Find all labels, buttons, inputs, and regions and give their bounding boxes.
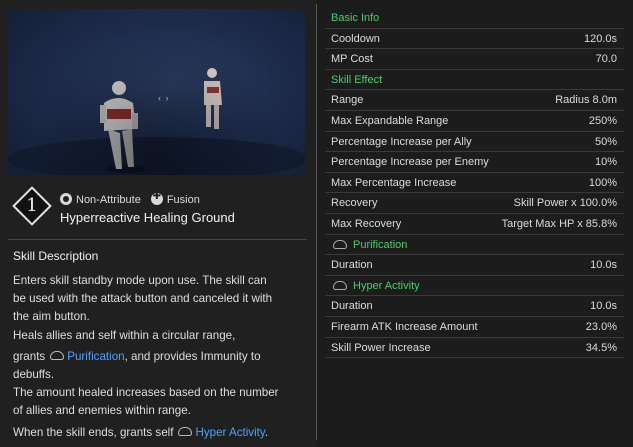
desc-line: When the skill ends, grants self Hyper Ac… — [13, 424, 305, 442]
stat-row: MP Cost 70.0 — [325, 49, 624, 70]
stat-value: 120.0s — [583, 32, 617, 45]
stat-row: Firearm ATK Increase Amount 23.0% — [325, 317, 624, 338]
stat-row: Max Expandable Range 250% — [325, 111, 624, 132]
skill-slot-number: 1 — [26, 195, 38, 216]
hyper-activity-link[interactable]: Hyper Activity — [195, 426, 264, 439]
stat-row: Percentage Increase per Enemy 10% — [325, 152, 624, 173]
stat-value: Radius 8.0m — [555, 94, 617, 107]
desc-text: grants — [13, 349, 46, 363]
stat-label: Skill Power Increase — [331, 341, 431, 354]
preview-vignette — [8, 9, 305, 175]
fusion-icon — [150, 191, 163, 205]
stat-label: Percentage Increase per Ally — [331, 135, 472, 148]
stat-label: Cooldown — [331, 32, 380, 45]
stat-label: Max Expandable Range — [331, 114, 449, 127]
purification-link[interactable]: Purification — [67, 350, 124, 363]
stat-label: Percentage Increase per Enemy — [331, 156, 489, 169]
stats-panel: Basic Info Cooldown 120.0s MP Cost 70.0 Sk… — [325, 8, 624, 359]
purification-icon — [333, 239, 347, 249]
desc-text: . — [264, 425, 269, 439]
purification-icon — [50, 350, 65, 360]
stat-row: Range Radius 8.0m — [325, 90, 624, 111]
desc-text: , and provides Immunity to — [124, 349, 261, 363]
section-title: Basic Info — [331, 12, 380, 24]
stat-row: Max Percentage Increase 100% — [325, 173, 624, 194]
hyper-activity-icon — [178, 426, 193, 436]
panel-divider — [316, 4, 317, 440]
hyper-activity-icon — [333, 280, 347, 290]
section-title: Skill Effect — [331, 73, 383, 86]
stat-label: Duration — [331, 300, 373, 313]
stat-row: Skill Power Increase 34.5% — [325, 338, 624, 359]
desc-text: When the skill ends, grants self — [13, 425, 174, 439]
swap-arrows-icon: ‹ › — [158, 93, 170, 103]
stat-row: Duration 10.0s — [325, 255, 624, 276]
skill-name: Hyperreactive Healing Ground — [60, 210, 235, 225]
section-purification: Purification — [325, 235, 624, 256]
section-basic-info: Basic Info — [325, 8, 624, 29]
stat-value: 23.0% — [585, 320, 617, 333]
stat-value: 100% — [588, 176, 617, 189]
stat-label: Duration — [331, 259, 373, 272]
section-skill-effect: Skill Effect — [325, 70, 624, 91]
desc-line: be used with the attack button and cance… — [13, 292, 273, 306]
skill-header: 1 Non-Attribute Fusion Hyperreactive Heal… — [12, 186, 309, 232]
stat-label: Firearm ATK Increase Amount — [331, 320, 478, 333]
header-divider — [8, 239, 307, 240]
desc-line: Enters skill standby mode upon use. The … — [13, 274, 267, 287]
skill-description: Enters skill standby mode upon use. The … — [13, 272, 305, 442]
stat-value: 10% — [594, 156, 617, 169]
stat-label: Max Percentage Increase — [331, 176, 457, 189]
desc-line: of allies and enemies within range. — [13, 404, 191, 418]
stat-value: Skill Power x 100.0% — [513, 197, 617, 210]
stat-label: MP Cost — [331, 53, 373, 66]
description-title: Skill Description — [13, 249, 99, 263]
desc-line: grants Purification, and provides Immunit… — [13, 348, 305, 366]
section-title: Purification — [353, 238, 408, 251]
desc-line: The amount healed increases based on the… — [13, 386, 279, 400]
left-panel: ‹ › 1 Non-Attribute Fusion Hyperreactive … — [0, 0, 316, 447]
attribute-label: Non-Attribute — [76, 194, 141, 206]
stat-value: Target Max HP x 85.8% — [501, 217, 617, 230]
type-label: Fusion — [166, 194, 200, 206]
stat-value: 10.0s — [590, 300, 617, 313]
desc-line: the aim button. — [13, 310, 90, 324]
skill-preview-video: ‹ › — [8, 9, 305, 175]
stat-label: Recovery — [331, 197, 378, 210]
stat-value: 70.0 — [595, 53, 617, 66]
section-hyper-activity: Hyper Activity — [325, 276, 624, 297]
desc-line: debuffs. — [13, 368, 55, 382]
desc-line: Heals allies and self within a circular … — [13, 328, 236, 342]
stat-row: Cooldown 120.0s — [325, 29, 624, 50]
stat-value: 34.5% — [585, 341, 617, 354]
stat-value: 10.0s — [590, 259, 617, 272]
stat-value: 50% — [594, 135, 617, 148]
stat-label: Range — [331, 94, 364, 107]
stat-label: Max Recovery — [331, 217, 402, 230]
stat-row: Max Recovery Target Max HP x 85.8% — [325, 214, 624, 235]
stat-value: 250% — [588, 114, 617, 127]
stat-row: Percentage Increase per Ally 50% — [325, 132, 624, 153]
non-attribute-icon — [60, 193, 72, 205]
section-title: Hyper Activity — [353, 279, 420, 292]
stat-row: Duration 10.0s — [325, 296, 624, 317]
stat-row: Recovery Skill Power x 100.0% — [325, 193, 624, 214]
skill-attributes: Non-Attribute Fusion — [60, 191, 200, 206]
